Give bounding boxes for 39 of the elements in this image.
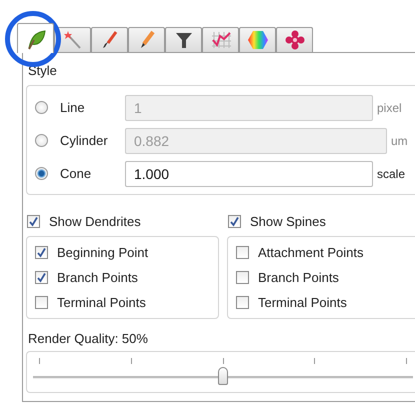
radio-label: Cone	[60, 166, 92, 181]
wand-icon	[62, 30, 82, 50]
checkbox[interactable]	[35, 271, 48, 284]
unit-label: scale	[377, 166, 406, 180]
checkbox[interactable]	[236, 246, 249, 259]
tab[interactable]	[165, 27, 202, 52]
checkbox-label: Beginning Point	[57, 245, 148, 260]
section-title: Style	[27, 63, 58, 80]
checkbox[interactable]	[35, 246, 48, 259]
tab[interactable]	[91, 27, 128, 52]
tab[interactable]	[276, 27, 313, 52]
chart-icon	[210, 30, 232, 50]
checkbox-label: Branch Points	[258, 270, 339, 285]
radio-button[interactable]	[35, 167, 48, 180]
highlight-circle	[5, 11, 61, 67]
render-quality-label: Render Quality: 50%	[27, 331, 149, 348]
tab[interactable]	[202, 27, 239, 52]
checkbox-label: Show Dendrites	[49, 214, 141, 229]
tab[interactable]	[17, 23, 54, 53]
checkbox-label: Show Spines	[250, 214, 326, 229]
unit-label: um	[391, 134, 408, 148]
radio-label: Cylinder	[60, 133, 108, 148]
hexagon-icon	[246, 30, 268, 50]
checkbox-label: Attachment Points	[258, 245, 364, 260]
checkbox-label: Branch Points	[57, 270, 138, 285]
checkbox[interactable]	[27, 215, 40, 228]
unit-label: pixel	[377, 100, 402, 114]
input-field[interactable]: 1.000	[125, 160, 373, 186]
checkbox[interactable]	[35, 296, 48, 309]
checkbox[interactable]	[228, 215, 241, 228]
checkbox[interactable]	[236, 296, 249, 309]
radio-label: Line	[60, 100, 85, 115]
checkbox[interactable]	[236, 271, 249, 284]
quality-slider[interactable]	[33, 358, 413, 388]
flower-icon	[284, 30, 304, 50]
slider-thumb[interactable]	[218, 367, 228, 385]
checkbox-label: Terminal Points	[258, 295, 347, 310]
funnel-icon	[174, 30, 194, 50]
checkbox-label: Terminal Points	[57, 295, 146, 310]
